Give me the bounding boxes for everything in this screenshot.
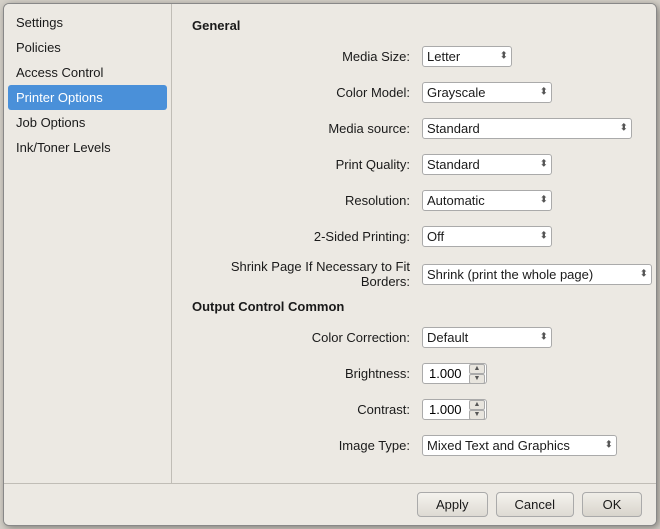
print-quality-select[interactable]: Standard High Draft [422, 154, 552, 175]
sidebar-item-policies[interactable]: Policies [4, 35, 171, 60]
brightness-input-wrapper: ▲ ▼ [422, 363, 487, 384]
color-correction-label: Color Correction: [192, 330, 422, 345]
sidebar-item-printer-options[interactable]: Printer Options [8, 85, 167, 110]
contrast-input-wrapper: ▲ ▼ [422, 399, 487, 420]
contrast-up-button[interactable]: ▲ [469, 400, 485, 410]
two-sided-label: 2-Sided Printing: [192, 229, 422, 244]
media-size-label: Media Size: [192, 49, 422, 64]
media-source-control: Standard Tray 1 Tray 2 [422, 118, 632, 139]
print-quality-control: Standard High Draft [422, 154, 552, 175]
shrink-page-row: Shrink Page If Necessary to Fit Borders:… [192, 259, 636, 289]
media-source-row: Media source: Standard Tray 1 Tray 2 [192, 115, 636, 141]
dialog-body: Settings Policies Access Control Printer… [4, 4, 656, 483]
media-size-select-wrapper: Letter A4 A3 Legal [422, 46, 512, 67]
shrink-page-control: Shrink (print the whole page) No Shrink … [422, 264, 652, 285]
color-model-label: Color Model: [192, 85, 422, 100]
resolution-select-wrapper: Automatic 600 DPI 1200 DPI [422, 190, 552, 211]
sidebar: Settings Policies Access Control Printer… [4, 4, 172, 483]
media-size-select[interactable]: Letter A4 A3 Legal [422, 46, 512, 67]
contrast-row: Contrast: ▲ ▼ [192, 396, 636, 422]
two-sided-control: Off Long-Edge Short-Edge [422, 226, 552, 247]
printer-settings-dialog: Settings Policies Access Control Printer… [3, 3, 657, 526]
resolution-row: Resolution: Automatic 600 DPI 1200 DPI [192, 187, 636, 213]
brightness-control: ▲ ▼ [422, 363, 487, 384]
contrast-control: ▲ ▼ [422, 399, 487, 420]
output-control-section-title: Output Control Common [192, 299, 636, 314]
image-type-select-wrapper: Mixed Text and Graphics Text Only Graphi… [422, 435, 617, 456]
color-model-row: Color Model: Grayscale Color RGB [192, 79, 636, 105]
brightness-up-button[interactable]: ▲ [469, 364, 485, 374]
color-model-control: Grayscale Color RGB [422, 82, 552, 103]
image-type-row: Image Type: Mixed Text and Graphics Text… [192, 432, 636, 458]
contrast-down-button[interactable]: ▼ [469, 410, 485, 420]
two-sided-select-wrapper: Off Long-Edge Short-Edge [422, 226, 552, 247]
brightness-row: Brightness: ▲ ▼ [192, 360, 636, 386]
image-type-label: Image Type: [192, 438, 422, 453]
color-correction-row: Color Correction: Default Manual None [192, 324, 636, 350]
dialog-footer: Apply Cancel OK [4, 483, 656, 525]
sidebar-item-settings[interactable]: Settings [4, 10, 171, 35]
media-size-control: Letter A4 A3 Legal [422, 46, 512, 67]
brightness-spin-buttons: ▲ ▼ [469, 364, 485, 384]
contrast-spin-buttons: ▲ ▼ [469, 400, 485, 420]
color-model-select-wrapper: Grayscale Color RGB [422, 82, 552, 103]
cancel-button[interactable]: Cancel [496, 492, 574, 517]
contrast-label: Contrast: [192, 402, 422, 417]
sidebar-item-access-control[interactable]: Access Control [4, 60, 171, 85]
two-sided-select[interactable]: Off Long-Edge Short-Edge [422, 226, 552, 247]
sidebar-item-job-options[interactable]: Job Options [4, 110, 171, 135]
color-model-select[interactable]: Grayscale Color RGB [422, 82, 552, 103]
resolution-select[interactable]: Automatic 600 DPI 1200 DPI [422, 190, 552, 211]
two-sided-row: 2-Sided Printing: Off Long-Edge Short-Ed… [192, 223, 636, 249]
color-correction-select-wrapper: Default Manual None [422, 327, 552, 348]
general-section-title: General [192, 18, 636, 33]
brightness-down-button[interactable]: ▼ [469, 374, 485, 384]
print-quality-select-wrapper: Standard High Draft [422, 154, 552, 175]
resolution-label: Resolution: [192, 193, 422, 208]
print-quality-row: Print Quality: Standard High Draft [192, 151, 636, 177]
color-correction-select[interactable]: Default Manual None [422, 327, 552, 348]
image-type-select[interactable]: Mixed Text and Graphics Text Only Graphi… [422, 435, 617, 456]
image-type-control: Mixed Text and Graphics Text Only Graphi… [422, 435, 617, 456]
brightness-label: Brightness: [192, 366, 422, 381]
apply-button[interactable]: Apply [417, 492, 488, 517]
sidebar-item-ink-toner[interactable]: Ink/Toner Levels [4, 135, 171, 160]
media-source-select-wrapper: Standard Tray 1 Tray 2 [422, 118, 632, 139]
media-source-select[interactable]: Standard Tray 1 Tray 2 [422, 118, 632, 139]
shrink-page-select-wrapper: Shrink (print the whole page) No Shrink … [422, 264, 652, 285]
media-source-label: Media source: [192, 121, 422, 136]
color-correction-control: Default Manual None [422, 327, 552, 348]
shrink-page-label: Shrink Page If Necessary to Fit Borders: [192, 259, 422, 289]
ok-button[interactable]: OK [582, 492, 642, 517]
print-quality-label: Print Quality: [192, 157, 422, 172]
shrink-page-select[interactable]: Shrink (print the whole page) No Shrink … [422, 264, 652, 285]
media-size-row: Media Size: Letter A4 A3 Legal [192, 43, 636, 69]
resolution-control: Automatic 600 DPI 1200 DPI [422, 190, 552, 211]
main-content: General Media Size: Letter A4 A3 Legal [172, 4, 656, 483]
